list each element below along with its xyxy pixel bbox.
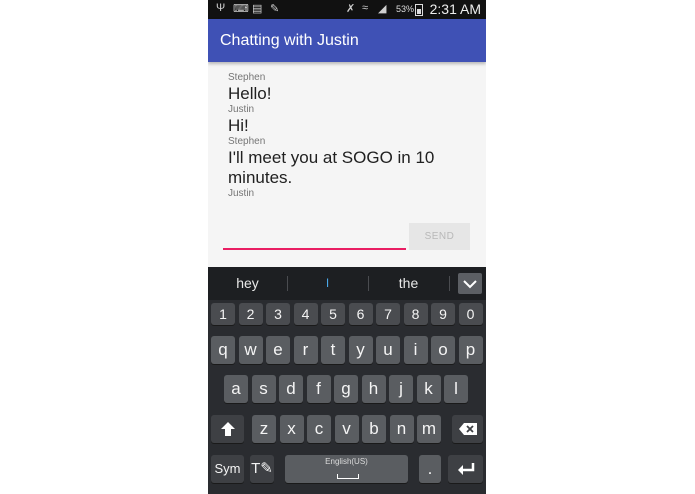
message-list: Stephen Hello! Justin Hi! Stephen I'll m… (228, 72, 478, 200)
send-button[interactable]: SEND (409, 223, 470, 250)
handwriting-key[interactable]: T✎ (250, 455, 274, 483)
battery-icon (415, 4, 423, 16)
key-d[interactable]: d (279, 375, 303, 403)
key-y[interactable]: y (348, 336, 373, 364)
message-input[interactable] (223, 226, 406, 250)
suggestion-item[interactable]: I (288, 267, 367, 300)
key-3[interactable]: 3 (266, 303, 290, 325)
battery-percent: 53% (396, 4, 415, 14)
key-a[interactable]: a (224, 375, 248, 403)
key-u[interactable]: u (376, 336, 400, 364)
suggestion-divider (449, 276, 450, 291)
key-9[interactable]: 9 (431, 303, 455, 325)
key-f[interactable]: f (306, 375, 331, 403)
key-0[interactable]: 0 (458, 303, 483, 325)
key-s[interactable]: s (251, 375, 276, 403)
key-o[interactable]: o (431, 336, 455, 364)
key-8[interactable]: 8 (403, 303, 428, 325)
document-icon: ▤ (252, 3, 263, 15)
key-n[interactable]: n (389, 415, 414, 443)
usb-icon: Ψ (216, 2, 226, 14)
clock: 2:31 AM (429, 1, 481, 17)
keyboard: hey I the 1234567890 qwertyuiop asdfghjkl z… (208, 267, 486, 494)
suggestion-bar: hey I the (208, 267, 486, 300)
key-5[interactable]: 5 (321, 303, 345, 325)
key-i[interactable]: i (403, 336, 428, 364)
key-c[interactable]: c (307, 415, 331, 443)
message-text: I'll meet you at SOGO in 10 minutes. (228, 148, 435, 187)
key-k[interactable]: k (416, 375, 441, 403)
key-4[interactable]: 4 (293, 303, 318, 325)
status-bar: Ψ ⌨ ▤ ✎ ✗ ≈ ◢ 53% 2:31 AM (208, 0, 486, 19)
keyboard-status-icon: ⌨ (233, 3, 249, 15)
key-1[interactable]: 1 (211, 303, 235, 325)
signal-icon: ◢ (378, 3, 387, 15)
suggestion-item[interactable]: hey (208, 267, 287, 300)
key-j[interactable]: j (389, 375, 413, 403)
key-2[interactable]: 2 (238, 303, 263, 325)
message-sender: Justin (228, 104, 255, 115)
space-bar-icon (337, 474, 359, 479)
key-b[interactable]: b (362, 415, 386, 443)
suggestion-item[interactable]: the (369, 267, 448, 300)
handwriting-icon: T✎ (251, 460, 273, 477)
key-6[interactable]: 6 (348, 303, 373, 325)
enter-arrow-icon (457, 463, 474, 475)
key-h[interactable]: h (361, 375, 386, 403)
chevron-down-icon (463, 279, 477, 288)
message-sender: Justin (228, 188, 255, 199)
shift-arrow-icon (220, 422, 235, 436)
key-r[interactable]: r (293, 336, 318, 364)
pen-icon: ✎ (270, 3, 280, 15)
key-l[interactable]: l (444, 375, 468, 403)
backspace-key[interactable] (452, 415, 483, 443)
key-e[interactable]: e (266, 336, 290, 364)
key-g[interactable]: g (334, 375, 358, 403)
message-sender: Stephen (228, 136, 266, 147)
phone-screen: Ψ ⌨ ▤ ✎ ✗ ≈ ◢ 53% 2:31 AM Chatting with … (208, 0, 486, 494)
page-title: Chatting with Justin (220, 32, 359, 49)
sym-key[interactable]: Sym (211, 455, 244, 483)
message-text: Hello! (228, 84, 272, 103)
space-language-label: English(US) (325, 457, 368, 466)
message-sender: Stephen (228, 72, 266, 83)
space-key[interactable]: English(US) (285, 455, 408, 483)
key-7[interactable]: 7 (376, 303, 400, 325)
key-x[interactable]: x (279, 415, 304, 443)
message-text: Hi! (228, 116, 249, 135)
key-m[interactable]: m (417, 415, 441, 443)
key-z[interactable]: z (252, 415, 276, 443)
key-p[interactable]: p (458, 336, 483, 364)
mute-icon: ✗ (346, 3, 356, 15)
app-bar: Chatting with Justin (208, 19, 486, 62)
backspace-icon (458, 423, 477, 435)
key-w[interactable]: w (238, 336, 263, 364)
key-t[interactable]: t (321, 336, 345, 364)
collapse-suggestions-button[interactable] (458, 273, 482, 294)
enter-key[interactable] (448, 455, 483, 483)
key-v[interactable]: v (334, 415, 359, 443)
shift-key[interactable] (211, 415, 244, 443)
key-q[interactable]: q (211, 336, 235, 364)
period-key[interactable]: . (419, 455, 441, 483)
wifi-icon: ≈ (362, 2, 369, 14)
